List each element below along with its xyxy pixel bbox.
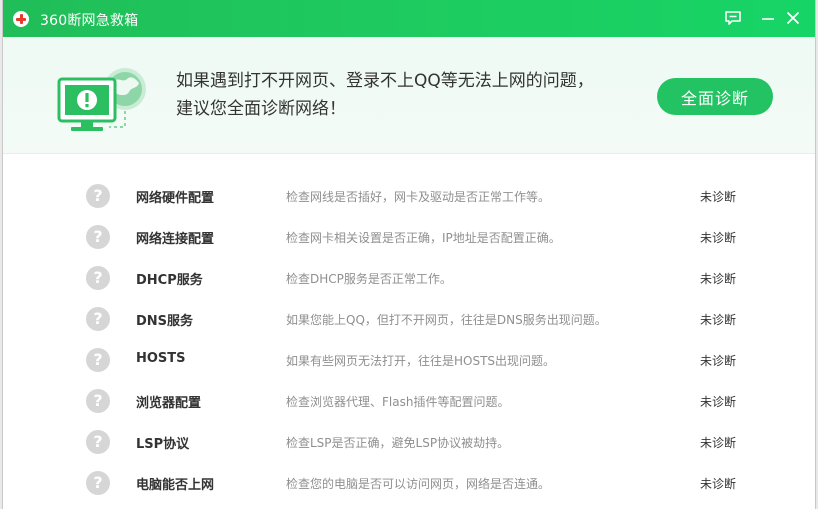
- list-item: ? 网络硬件配置 检查网线是否插好，网卡及驱动是否正常工作等。 未诊断: [3, 176, 815, 217]
- item-status: 未诊断: [700, 313, 737, 327]
- item-description: 检查您的电脑是否可以访问网页，网络是否连通。: [286, 477, 551, 491]
- title-bar[interactable]: 360断网急救箱: [3, 0, 815, 37]
- feedback-icon[interactable]: [723, 8, 743, 28]
- item-status: 未诊断: [700, 354, 737, 368]
- list-item: ? 网络连接配置 检查网卡相关设置是否正确，IP地址是否配置正确。 未诊断: [3, 217, 815, 258]
- item-description: 检查DHCP服务是否正常工作。: [286, 272, 452, 286]
- question-icon: ?: [86, 348, 110, 372]
- diagnose-banner: 如果遇到打不开网页、登录不上QQ等无法上网的问题， 建议您全面诊断网络！ 全面诊…: [3, 37, 815, 154]
- question-icon: ?: [86, 225, 110, 249]
- close-icon[interactable]: [783, 8, 803, 28]
- diagnostic-list: ? 网络硬件配置 检查网线是否插好，网卡及驱动是否正常工作等。 未诊断 ? 网络…: [3, 176, 815, 504]
- item-name: HOSTS: [136, 351, 186, 366]
- question-icon: ?: [86, 430, 110, 454]
- list-item: ? LSP协议 检查LSP是否正确，避免LSP协议被劫持。 未诊断: [3, 422, 815, 463]
- item-description: 如果您能上QQ，但打不开网页，往往是DNS服务出现问题。: [286, 313, 607, 327]
- question-icon: ?: [86, 307, 110, 331]
- app-window: 360断网急救箱 如果遇到打不开网页、登录不上QQ等无法上网的问题， 建议您全面…: [2, 0, 816, 509]
- list-item: ? DNS服务 如果您能上QQ，但打不开网页，往往是DNS服务出现问题。 未诊断: [3, 299, 815, 340]
- item-description: 检查LSP是否正确，避免LSP协议被劫持。: [286, 436, 510, 450]
- item-status: 未诊断: [700, 190, 737, 204]
- computer-globe-icon: [53, 65, 153, 137]
- question-icon: ?: [86, 266, 110, 290]
- item-name: 网络连接配置: [136, 232, 215, 247]
- banner-line-2: 建议您全面诊断网络！: [176, 99, 346, 119]
- item-description: 检查网卡相关设置是否正确，IP地址是否配置正确。: [286, 231, 561, 245]
- item-status: 未诊断: [700, 395, 737, 409]
- list-item: ? 浏览器配置 检查浏览器代理、Flash插件等配置问题。 未诊断: [3, 381, 815, 422]
- minimize-icon[interactable]: [758, 8, 778, 28]
- banner-message: 如果遇到打不开网页、登录不上QQ等无法上网的问题， 建议您全面诊断网络！: [176, 67, 594, 123]
- question-icon: ?: [86, 389, 110, 413]
- window-title: 360断网急救箱: [40, 13, 139, 29]
- list-item: ? 电脑能否上网 检查您的电脑是否可以访问网页，网络是否连通。 未诊断: [3, 463, 815, 504]
- item-name: 网络硬件配置: [136, 191, 215, 206]
- item-name: DHCP服务: [136, 273, 203, 288]
- item-name: LSP协议: [136, 437, 190, 452]
- question-icon: ?: [86, 471, 110, 495]
- app-cross-icon: [13, 11, 29, 27]
- item-description: 检查浏览器代理、Flash插件等配置问题。: [286, 395, 510, 409]
- full-diagnose-button[interactable]: 全面诊断: [657, 78, 773, 115]
- list-item: ? DHCP服务 检查DHCP服务是否正常工作。 未诊断: [3, 258, 815, 299]
- item-name: 浏览器配置: [136, 396, 202, 411]
- item-description: 检查网线是否插好，网卡及驱动是否正常工作等。: [286, 190, 551, 204]
- item-description: 如果有些网页无法打开，往往是HOSTS出现问题。: [286, 354, 556, 368]
- item-status: 未诊断: [700, 477, 737, 491]
- question-icon: ?: [86, 184, 110, 208]
- list-item: ? HOSTS 如果有些网页无法打开，往往是HOSTS出现问题。 未诊断: [3, 340, 815, 381]
- item-name: DNS服务: [136, 314, 194, 329]
- item-status: 未诊断: [700, 231, 737, 245]
- item-status: 未诊断: [700, 272, 737, 286]
- item-status: 未诊断: [700, 436, 737, 450]
- banner-line-1: 如果遇到打不开网页、登录不上QQ等无法上网的问题，: [176, 71, 594, 91]
- item-name: 电脑能否上网: [136, 478, 215, 493]
